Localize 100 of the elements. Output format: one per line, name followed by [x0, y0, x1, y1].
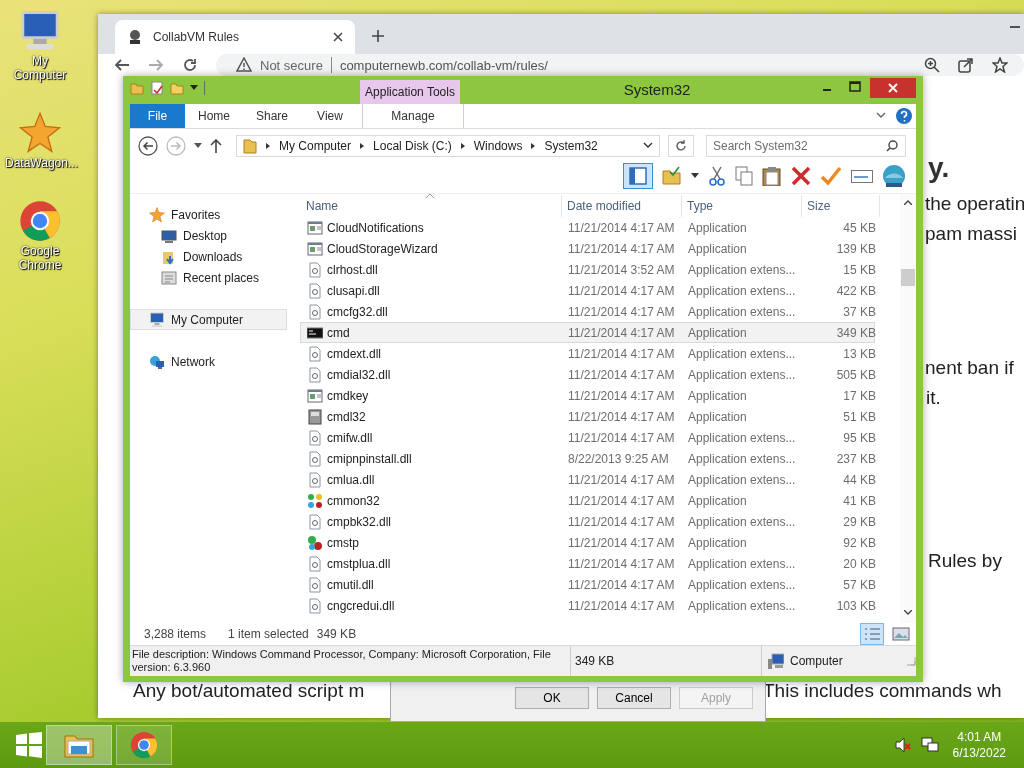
file-row[interactable]: cmpbk32.dll 11/21/2014 4:17 AM Application extens... 29 KB: [300, 511, 875, 532]
file-row[interactable]: cmdl32 11/21/2014 4:17 AM Application 51 KB: [300, 406, 875, 427]
file-row[interactable]: cmdkey 11/21/2014 4:17 AM Application 17 KB: [300, 385, 875, 406]
nav-item[interactable]: Recent places: [130, 267, 287, 288]
zoom-icon[interactable]: [924, 57, 940, 73]
column-header[interactable]: Type: [682, 195, 802, 217]
file-row[interactable]: CloudStorageWizard 11/21/2014 4:17 AM Application 139 KB: [300, 238, 875, 259]
page-text: the operatin: [925, 193, 1024, 215]
chrome-logo-icon[interactable]: [19, 200, 61, 242]
ribbon-tab[interactable]: Share: [243, 104, 301, 128]
type-cell-text: Application extens...: [687, 367, 797, 382]
back-icon[interactable]: [138, 136, 158, 156]
resize-grip-icon[interactable]: [906, 656, 916, 666]
ribbon-tab[interactable]: File: [130, 104, 185, 128]
start-icon[interactable]: [16, 732, 42, 758]
speaker-muted-icon[interactable]: [894, 737, 911, 753]
column-header[interactable]: Size: [802, 195, 880, 217]
reload-icon[interactable]: [182, 57, 198, 73]
breadcrumb-segment[interactable]: Local Disk (C:): [373, 139, 452, 153]
file-row[interactable]: cmifw.dll 11/21/2014 4:17 AM Application extens... 95 KB: [300, 427, 875, 448]
close-icon[interactable]: [333, 32, 343, 42]
refresh-icon[interactable]: [668, 135, 694, 157]
star-icon[interactable]: [149, 206, 165, 223]
address-bar[interactable]: Not secure computernewb.com/collab-vm/rules/: [216, 54, 1024, 76]
column-header[interactable]: Date modified: [562, 195, 682, 217]
computer-icon[interactable]: [149, 311, 165, 328]
help-icon[interactable]: [896, 108, 912, 124]
file-row[interactable]: cmipnpinstall.dll 8/22/2013 9:25 AM Application extens... 237 KB: [300, 448, 875, 469]
file-row[interactable]: cmlua.dll 11/21/2014 4:17 AM Application extens... 44 KB: [300, 469, 875, 490]
taskbar-app-button[interactable]: [116, 725, 172, 765]
new-tab-icon[interactable]: [371, 29, 385, 43]
scroll-down-icon[interactable]: [904, 610, 912, 615]
type-cell-text: Application: [687, 493, 748, 508]
ribbon-tab[interactable]: View: [301, 104, 359, 128]
file-name: cmdkey: [327, 388, 369, 403]
cut-icon[interactable]: [708, 166, 726, 186]
dialog-button[interactable]: OK: [515, 687, 589, 709]
network-icon[interactable]: [920, 737, 939, 753]
search-field[interactable]: Search System32: [706, 135, 906, 157]
computer-icon[interactable]: [19, 10, 61, 52]
nav-item[interactable]: Favorites: [130, 204, 287, 225]
file-row[interactable]: cmstplua.dll 11/21/2014 4:17 AM Application extens... 20 KB: [300, 553, 875, 574]
properties-icon[interactable]: [150, 81, 164, 95]
file-row[interactable]: cmd 11/21/2014 4:17 AM Application 349 KB: [300, 322, 875, 343]
star-icon[interactable]: [19, 112, 61, 154]
browser-tab[interactable]: CollabVM Rules: [115, 20, 355, 54]
paste-icon[interactable]: [762, 166, 782, 186]
taskbar-app-button[interactable]: [46, 725, 112, 765]
file-row[interactable]: cmmon32 11/21/2014 4:17 AM Application 41 KB: [300, 490, 875, 511]
file-row[interactable]: cmstp 11/21/2014 4:17 AM Application 92 KB: [300, 532, 875, 553]
file-name: cmdext.dll: [327, 346, 382, 361]
file-row[interactable]: cmdext.dll 11/21/2014 4:17 AM Application extens... 13 KB: [300, 343, 875, 364]
file-row[interactable]: cmcfg32.dll 11/21/2014 4:17 AM Application extens... 37 KB: [300, 301, 875, 322]
chevron-icon[interactable]: [359, 142, 366, 150]
breadcrumb-bar[interactable]: My Computer Local Disk (C:) Windows System32: [236, 135, 660, 157]
file-row[interactable]: CloudNotifications 11/21/2014 4:17 AM Application 45 KB: [300, 217, 875, 238]
breadcrumb-segment[interactable]: Windows: [473, 139, 523, 153]
rename-icon[interactable]: [851, 168, 873, 184]
breadcrumb-segment[interactable]: My Computer: [279, 139, 352, 153]
file-row[interactable]: clusapi.dll 11/21/2014 4:17 AM Application extens... 422 KB: [300, 280, 875, 301]
breadcrumb-segment[interactable]: System32: [544, 139, 598, 153]
type-cell-text: Application: [687, 388, 748, 403]
dropdown-chevron-icon[interactable]: [643, 142, 653, 150]
checkmark-icon[interactable]: [820, 166, 842, 186]
dropdown-caret-icon[interactable]: [691, 173, 699, 179]
close-icon[interactable]: [870, 78, 916, 98]
column-header[interactable]: Name: [300, 195, 562, 217]
up-arrow-icon[interactable]: [210, 139, 222, 153]
scrollbar[interactable]: [900, 194, 916, 623]
chevron-icon[interactable]: [459, 142, 466, 150]
size-cell-text: 57 KB: [842, 577, 876, 592]
nav-item[interactable]: Desktop: [130, 225, 287, 246]
large-icons-view-icon[interactable]: [892, 626, 910, 642]
file-row[interactable]: cmutil.dll 11/21/2014 4:17 AM Application extens... 57 KB: [300, 574, 875, 595]
file-row[interactable]: clrhost.dll 11/21/2014 3:52 AM Application extens... 15 KB: [300, 259, 875, 280]
scrollbar-thumb[interactable]: [901, 269, 915, 286]
nav-item[interactable]: My Computer: [130, 309, 287, 330]
scroll-up-icon[interactable]: [904, 200, 912, 205]
ribbon-expand-icon[interactable]: [876, 112, 886, 120]
ribbon-tab[interactable]: Home: [185, 104, 243, 128]
back-icon[interactable]: [114, 57, 130, 73]
delete-icon[interactable]: [791, 166, 811, 186]
globe-icon[interactable]: [882, 164, 906, 188]
ribbon-tab[interactable]: Manage: [362, 104, 464, 128]
nav-item[interactable]: Network: [130, 351, 287, 372]
chrome-logo-icon[interactable]: [130, 731, 158, 759]
dropdown-caret-icon[interactable]: [194, 143, 202, 149]
dialog-button[interactable]: Cancel: [597, 687, 671, 709]
chevron-icon[interactable]: [530, 142, 537, 150]
copy-icon[interactable]: [735, 166, 753, 186]
share-icon[interactable]: [958, 57, 974, 73]
preview-pane-icon[interactable]: [623, 163, 653, 189]
chevron-icon[interactable]: [265, 142, 271, 150]
dll-file-icon: [307, 471, 323, 488]
folder-check-icon[interactable]: [662, 166, 682, 186]
nav-item[interactable]: Downloads: [130, 246, 287, 267]
file-row[interactable]: cmdial32.dll 11/21/2014 4:17 AM Application extens... 505 KB: [300, 364, 875, 385]
file-row[interactable]: cngcredui.dll 11/21/2014 4:17 AM Application extens... 103 KB: [300, 595, 875, 616]
bookmark-star-icon[interactable]: [992, 57, 1008, 73]
date-cell-text: 11/21/2014 4:17 AM: [567, 304, 676, 319]
